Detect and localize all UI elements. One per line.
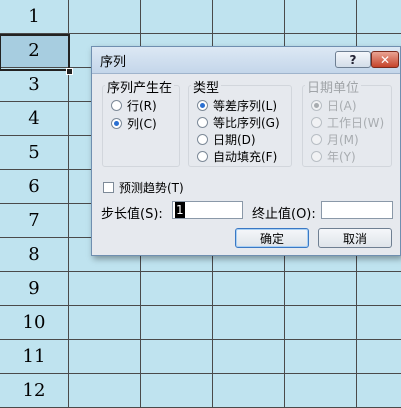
option-autofill-label: 自动填充(F): [213, 150, 278, 164]
cell[interactable]: [285, 272, 357, 305]
cell[interactable]: [141, 340, 213, 373]
option-day-label: 日(A): [327, 99, 357, 113]
cell[interactable]: [213, 0, 285, 33]
option-weekday: 工作日(W): [311, 114, 384, 131]
cancel-button[interactable]: 取消: [318, 228, 392, 248]
cell[interactable]: [141, 306, 213, 339]
cell[interactable]: [69, 272, 141, 305]
cell[interactable]: [213, 340, 285, 373]
dialog-title: 序列: [100, 55, 127, 70]
radio-weekday: [311, 117, 322, 128]
row-header[interactable]: 5: [0, 136, 69, 169]
radio-month: [311, 134, 322, 145]
cell[interactable]: [213, 272, 285, 305]
series-in-label: 序列产生在: [105, 77, 175, 96]
sheet-row: 1: [0, 0, 401, 34]
option-row[interactable]: 行(R): [111, 97, 157, 114]
sheet-row: 10: [0, 306, 401, 340]
option-date[interactable]: 日期(D): [197, 131, 256, 148]
option-geometric[interactable]: 等比序列(G): [197, 114, 280, 131]
date-unit-label: 日期单位: [305, 77, 362, 96]
radio-day: [311, 100, 322, 111]
trend-label: 预测趋势(T): [119, 181, 184, 195]
option-year: 年(Y): [311, 148, 356, 165]
cell[interactable]: [141, 272, 213, 305]
row-header-selected[interactable]: 2: [0, 34, 69, 67]
series-dialog: 序列 ? ✕ 序列产生在 行(R) 列(C) 类型 等差序列(L) 等比序列(G…: [91, 46, 401, 256]
option-month: 月(M): [311, 131, 359, 148]
option-day: 日(A): [311, 97, 357, 114]
stop-input[interactable]: [321, 201, 393, 219]
cell[interactable]: [69, 340, 141, 373]
type-label: 类型: [191, 77, 222, 96]
fill-handle[interactable]: [66, 68, 73, 75]
option-column-label: 列(C): [127, 117, 157, 131]
row-header[interactable]: 12: [0, 374, 69, 407]
cell[interactable]: [213, 374, 285, 407]
option-date-label: 日期(D): [213, 133, 256, 147]
radio-year: [311, 151, 322, 162]
row-header[interactable]: 6: [0, 170, 69, 203]
option-year-label: 年(Y): [327, 150, 356, 164]
option-row-label: 行(R): [127, 99, 157, 113]
cell[interactable]: [141, 0, 213, 33]
close-button[interactable]: ✕: [371, 51, 399, 68]
option-autofill[interactable]: 自动填充(F): [197, 148, 277, 165]
cell[interactable]: [285, 0, 357, 33]
trend-option[interactable]: 预测趋势(T): [103, 179, 184, 196]
radio-arithmetic[interactable]: [197, 100, 208, 111]
cell[interactable]: [285, 374, 357, 407]
stop-label: 终止值(O):: [252, 207, 316, 222]
step-input[interactable]: 1: [172, 201, 243, 219]
radio-date[interactable]: [197, 134, 208, 145]
dialog-titlebar[interactable]: 序列 ? ✕: [92, 47, 400, 74]
step-label: 步长值(S):: [101, 207, 163, 222]
option-arithmetic[interactable]: 等差序列(L): [197, 97, 277, 114]
sheet-row: 11: [0, 340, 401, 374]
sheet-row: 12: [0, 374, 401, 408]
row-header[interactable]: 1: [0, 0, 69, 33]
option-month-label: 月(M): [327, 133, 359, 147]
cell[interactable]: [285, 340, 357, 373]
row-header[interactable]: 9: [0, 272, 69, 305]
radio-column[interactable]: [111, 118, 122, 129]
cell[interactable]: [285, 306, 357, 339]
row-header[interactable]: 7: [0, 204, 69, 237]
trend-checkbox[interactable]: [103, 182, 114, 193]
ok-button[interactable]: 确定: [235, 228, 309, 248]
option-geometric-label: 等比序列(G): [213, 116, 280, 130]
cell[interactable]: [69, 306, 141, 339]
row-header[interactable]: 3: [0, 68, 69, 101]
cell[interactable]: [69, 374, 141, 407]
step-value: 1: [175, 202, 185, 218]
radio-row[interactable]: [111, 100, 122, 111]
option-weekday-label: 工作日(W): [327, 116, 385, 130]
cell[interactable]: [213, 306, 285, 339]
row-header[interactable]: 4: [0, 102, 69, 135]
row-header[interactable]: 10: [0, 306, 69, 339]
row-header[interactable]: 8: [0, 238, 69, 271]
sheet-row: 9: [0, 272, 401, 306]
help-button[interactable]: ?: [335, 51, 371, 68]
row-header[interactable]: 11: [0, 340, 69, 373]
option-arithmetic-label: 等差序列(L): [213, 99, 278, 113]
radio-autofill[interactable]: [197, 151, 208, 162]
cell[interactable]: [141, 374, 213, 407]
radio-geometric[interactable]: [197, 117, 208, 128]
cell[interactable]: [69, 0, 141, 33]
option-column[interactable]: 列(C): [111, 115, 157, 132]
